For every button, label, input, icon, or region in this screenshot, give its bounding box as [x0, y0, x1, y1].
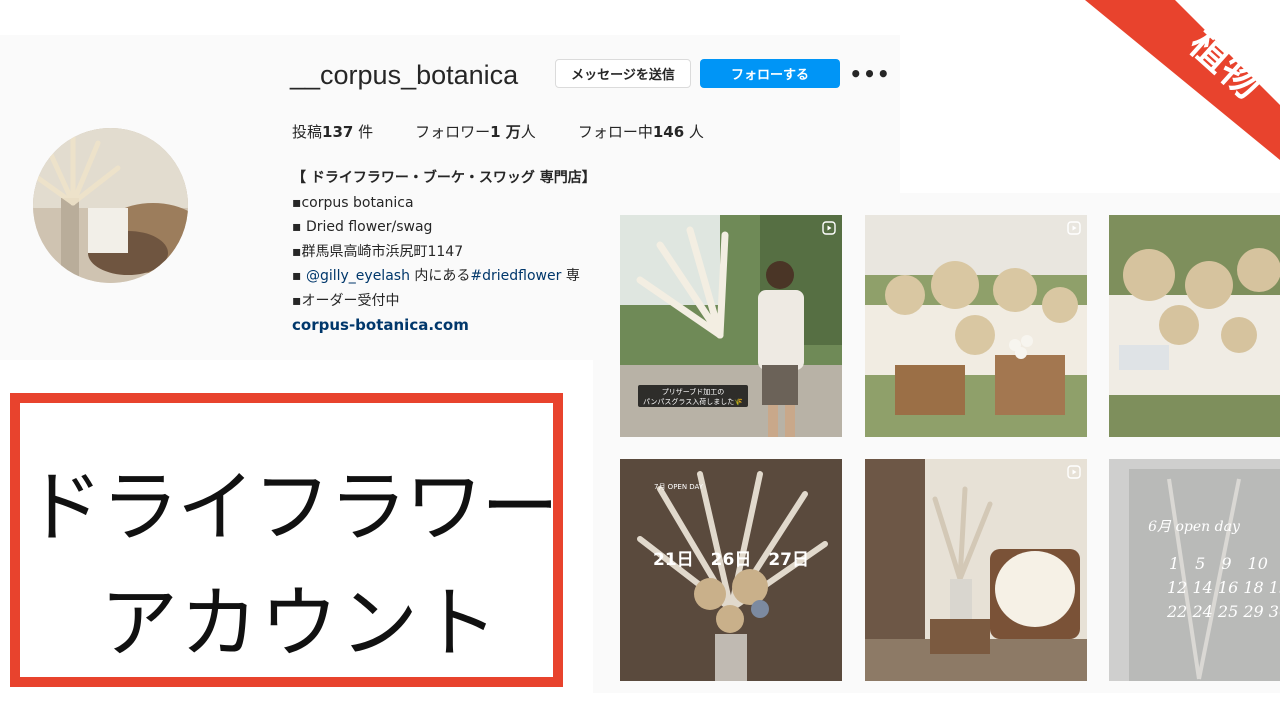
follow-button[interactable]: フォローする [700, 59, 840, 88]
bio-line: ▪オーダー受付中 [292, 292, 400, 309]
post-tile[interactable] [1109, 215, 1280, 437]
post-overlay-caption: パンパスグラス入荷しました🌾 [643, 397, 743, 406]
profile-bio: 【 ドライフラワー・ブーケ・スワッグ 専門店】 ▪corpus botanica… [292, 166, 597, 338]
post-overlay-caption: 7月 OPEN DAY [654, 483, 704, 491]
profile-avatar[interactable] [33, 128, 188, 283]
mention-link[interactable]: @gilly_eyelash [306, 268, 410, 284]
reel-icon [1067, 465, 1081, 479]
bio-line: ▪ Dried flower/swag [292, 219, 433, 235]
more-options-icon[interactable]: ••• [849, 59, 889, 88]
post-overlay-dates: 22 24 25 29 30 [1166, 602, 1280, 621]
profile-stats: 投稿137 件 フォロワー1 万人 フォロー中146 人 [292, 121, 746, 142]
bio-line: ▪群馬県高崎市浜尻町1147 [292, 243, 464, 260]
followers-count[interactable]: フォロワー1 万人 [415, 121, 536, 142]
post-tile[interactable]: 6月 open day 1 5 9 10 12 14 16 18 19 22 2… [1109, 459, 1280, 681]
following-count[interactable]: フォロー中146 人 [578, 121, 704, 142]
bio-line: ▪ @gilly_eyelash 内にある#driedflower 専 [292, 268, 580, 284]
hashtag-link[interactable]: #driedflower [470, 268, 561, 284]
post-overlay-dates: 1 5 9 10 [1169, 554, 1268, 573]
profile-username: __corpus_botanica [290, 60, 519, 90]
send-message-button[interactable]: メッセージを送信 [555, 59, 691, 88]
post-overlay-caption: プリザーブド加工の [662, 387, 725, 396]
post-overlay-dates: 21日 26日 27日 [653, 550, 809, 570]
caption-line1: ドライフラワー [25, 463, 559, 553]
posts-count: 投稿137 件 [292, 123, 374, 141]
bio-line: ▪corpus botanica [292, 194, 414, 211]
post-tile[interactable]: プリザーブド加工の パンパスグラス入荷しました🌾 [620, 215, 842, 437]
caption-box: ドライフラワー アカウント [10, 393, 563, 687]
reel-icon [1067, 221, 1081, 235]
post-overlay-title: 6月 open day [1148, 519, 1241, 535]
post-tile[interactable] [865, 215, 1087, 437]
post-tile[interactable] [865, 459, 1087, 681]
post-tile[interactable]: 7月 OPEN DAY 21日 26日 27日 [620, 459, 842, 681]
category-ribbon: 植物 [1085, 0, 1280, 160]
reel-icon [822, 221, 836, 235]
website-link[interactable]: corpus-botanica.com [292, 313, 597, 338]
bio-title: 【 ドライフラワー・ブーケ・スワッグ 専門店】 [292, 170, 596, 186]
post-overlay-dates: 12 14 16 18 19 [1167, 578, 1280, 597]
caption-line2: アカウント [100, 579, 501, 669]
